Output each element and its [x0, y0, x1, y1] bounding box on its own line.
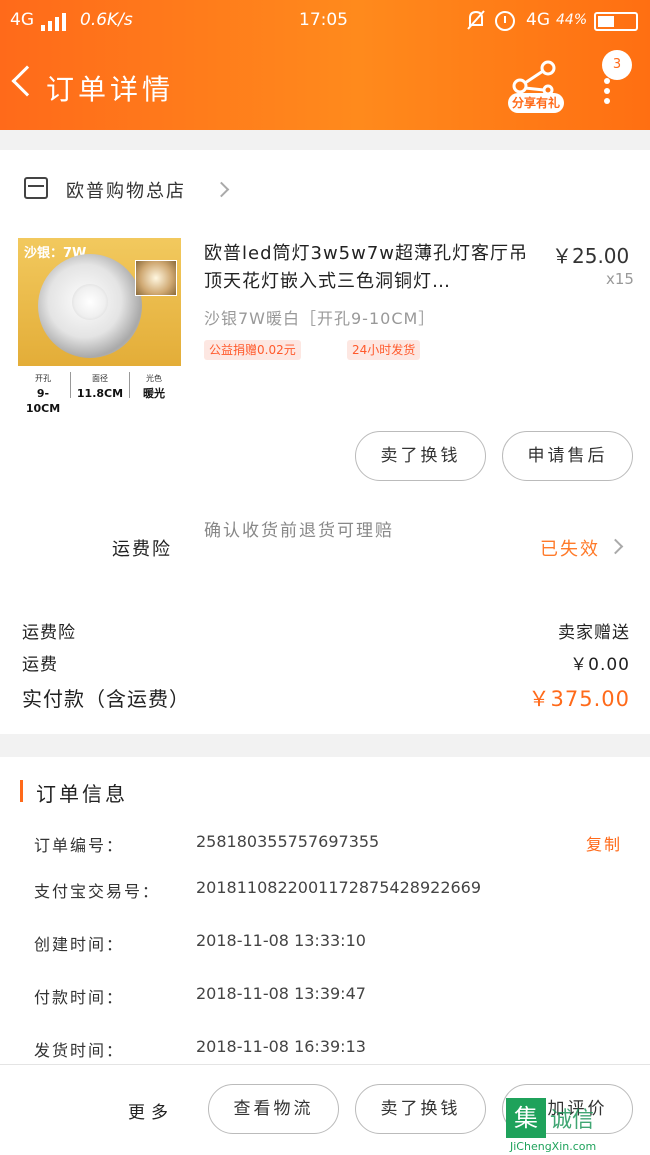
paid-time-value: 2018-11-08 13:39:47 — [196, 984, 366, 1003]
clock: 17:05 — [299, 10, 348, 30]
alipay-trade-value: 2018110822001172875428922669 — [196, 878, 482, 897]
battery-icon — [594, 12, 638, 31]
store-icon — [24, 177, 48, 199]
summary-paid-value: ￥375.00 — [528, 687, 630, 711]
product-image[interactable]: 沙银：7W 开孔 9-10CM 面径 11.8CM 光色 暖光 — [18, 238, 181, 415]
insurance-status[interactable]: 已失效 — [540, 535, 600, 561]
mute-bell-icon — [467, 10, 485, 30]
order-number-label: 订单编号： — [34, 836, 125, 855]
back-arrow-icon[interactable] — [11, 65, 43, 97]
order-number-value: 258180355757697355 — [196, 832, 380, 851]
created-time-value: 2018-11-08 13:33:10 — [196, 931, 366, 950]
watermark-text: 诚信 — [550, 1108, 595, 1133]
light-color-swatch — [135, 260, 177, 296]
chevron-right-icon — [213, 181, 230, 198]
signal-icon — [41, 13, 67, 31]
section-accent-bar — [20, 780, 23, 802]
watermark-url: JiChengXin.com — [510, 1140, 597, 1153]
battery-percent: 44% — [556, 12, 588, 28]
network-speed: 0.6K/s — [80, 10, 133, 30]
store-row[interactable]: 欧普购物总店 — [24, 175, 324, 205]
resell-button[interactable]: 卖了换钱 — [355, 431, 486, 481]
app-header: 4G 0.6K/s 17:05 4G 44% 订单详情 分享有礼 3 — [0, 0, 650, 130]
site-watermark: 集 诚信 JiChengXin.com — [506, 1098, 646, 1154]
summary-insurance-label: 运费险 — [22, 623, 76, 643]
message-count-badge[interactable]: 3 — [602, 50, 632, 80]
status-bar: 4G 0.6K/s 17:05 4G 44% — [0, 0, 650, 42]
order-info-title: 订单信息 — [36, 782, 128, 806]
network-type: 4G — [10, 10, 34, 30]
more-menu-icon[interactable] — [604, 78, 610, 104]
product-quantity: x15 — [606, 270, 634, 288]
created-time-label: 创建时间： — [34, 935, 125, 954]
summary-shipping-label: 运费 — [22, 655, 58, 675]
product-image-banner: 沙银：7W — [18, 238, 181, 366]
spec-hole: 开孔 9-10CM — [25, 374, 61, 415]
insurance-description: 确认收货前退货可理赔 — [204, 521, 394, 541]
summary-shipping-value: ￥0.00 — [570, 655, 630, 675]
page-title: 订单详情 — [46, 73, 175, 106]
after-sale-button[interactable]: 申请售后 — [502, 431, 633, 481]
tag-charity: 公益捐赠0.02元 — [204, 340, 301, 360]
product-price: ￥25.00 — [552, 244, 630, 268]
copy-button[interactable]: 复制 — [586, 831, 622, 855]
network-type-right: 4G — [526, 10, 550, 30]
watermark-logo-icon: 集 — [506, 1098, 546, 1138]
view-logistics-button[interactable]: 查看物流 — [208, 1084, 339, 1134]
share-reward-label[interactable]: 分享有礼 — [508, 93, 564, 113]
downlight-picture — [38, 254, 142, 358]
summary-insurance-value: 卖家赠送 — [558, 623, 630, 643]
share-icon[interactable] — [510, 60, 560, 96]
product-sku: 沙银7W暖白［开孔9-10CM］ — [204, 309, 436, 328]
spec-light-color: 光色 暖光 — [143, 374, 165, 400]
tag-fast-ship: 24小时发货 — [347, 340, 421, 360]
alarm-icon — [495, 11, 515, 31]
store-name: 欧普购物总店 — [66, 181, 186, 202]
product-title[interactable]: 欧普led筒灯3w5w7w超薄孔灯客厅吊顶天花灯嵌入式三色洞铜灯… — [204, 240, 536, 296]
summary-paid-label: 实付款（含运费） — [22, 687, 190, 711]
alipay-trade-label: 支付宝交易号： — [34, 882, 161, 901]
spec-diameter: 面径 11.8CM — [76, 374, 124, 400]
more-button[interactable]: 更多 — [128, 1098, 174, 1123]
paid-time-label: 付款时间： — [34, 988, 125, 1007]
shipped-time-label: 发货时间： — [34, 1041, 125, 1060]
shipped-time-value: 2018-11-08 16:39:13 — [196, 1037, 366, 1056]
insurance-label: 运费险 — [112, 539, 172, 560]
resell-bottom-button[interactable]: 卖了换钱 — [355, 1084, 486, 1134]
